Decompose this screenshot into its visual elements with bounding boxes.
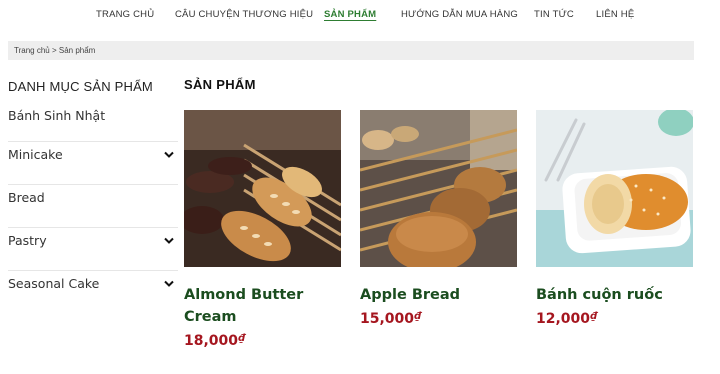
product-card: Apple Bread 15,000₫ — [360, 110, 517, 327]
currency-symbol: ₫ — [590, 311, 597, 322]
nav-home[interactable]: TRANG CHỦ — [96, 9, 154, 20]
product-card: Bánh cuộn ruốc 12,000₫ — [536, 110, 693, 327]
chevron-down-icon[interactable] — [164, 280, 174, 288]
nav-contact[interactable]: LIÊN HỆ — [596, 9, 634, 20]
sidebar-item-pastry[interactable]: Pastry — [8, 228, 178, 271]
sidebar-item-bread[interactable]: Bread — [8, 185, 178, 228]
sidebar-item-birthday-cake[interactable]: Bánh Sinh Nhật — [8, 104, 178, 142]
product-card: Almond Butter Cream 18,000₫ — [184, 110, 341, 349]
sidebar-item-label: Pastry — [8, 233, 47, 248]
sidebar-item-label: Bánh Sinh Nhật — [8, 108, 106, 123]
product-name[interactable]: Apple Bread — [360, 284, 517, 306]
price-value: 15,000 — [360, 311, 415, 327]
breadcrumb: Trang chủ > Sản phẩm — [8, 41, 694, 60]
breadcrumb-current: Sản phẩm — [58, 46, 96, 55]
price-value: 18,000 — [184, 333, 239, 349]
product-price: 12,000₫ — [536, 311, 693, 327]
nav-brand-story[interactable]: CÂU CHUYỆN THƯƠNG HIỆU — [175, 9, 313, 20]
section-title: SẢN PHẨM — [184, 77, 256, 92]
sidebar-item-label: Minicake — [8, 147, 63, 162]
nav-news[interactable]: TIN TỨC — [534, 9, 574, 20]
nav-buying-guide[interactable]: HƯỚNG DẪN MUA HÀNG — [401, 9, 518, 20]
sidebar-item-label: Seasonal Cake — [8, 276, 100, 291]
sidebar-item-minicake[interactable]: Minicake — [8, 142, 178, 185]
price-value: 12,000 — [536, 311, 591, 327]
product-image-apple-bread[interactable] — [360, 110, 517, 267]
breadcrumb-home-link[interactable]: Trang chủ — [14, 46, 50, 55]
sidebar-item-seasonal-cake[interactable]: Seasonal Cake — [8, 271, 178, 314]
product-price: 15,000₫ — [360, 311, 517, 327]
product-image-banh-cuon-ruoc[interactable] — [536, 110, 693, 267]
main-nav: TRANG CHỦ CÂU CHUYỆN THƯƠNG HIỆU SẢN PHẨ… — [0, 0, 720, 32]
nav-products[interactable]: SẢN PHẨM — [324, 9, 376, 20]
category-sidebar: DANH MỤC SẢN PHẨM Bánh Sinh Nhật Minicak… — [8, 74, 178, 314]
product-name[interactable]: Almond Butter Cream — [184, 284, 341, 328]
breadcrumb-separator: > — [51, 46, 57, 55]
sidebar-heading: DANH MỤC SẢN PHẨM — [8, 79, 153, 94]
product-name[interactable]: Bánh cuộn ruốc — [536, 284, 693, 306]
product-image-almond-butter-cream[interactable] — [184, 110, 341, 267]
sidebar-item-label: Bread — [8, 190, 45, 205]
currency-symbol: ₫ — [414, 311, 421, 322]
currency-symbol: ₫ — [238, 333, 245, 344]
chevron-down-icon[interactable] — [164, 151, 174, 159]
product-price: 18,000₫ — [184, 333, 341, 349]
chevron-down-icon[interactable] — [164, 237, 174, 245]
